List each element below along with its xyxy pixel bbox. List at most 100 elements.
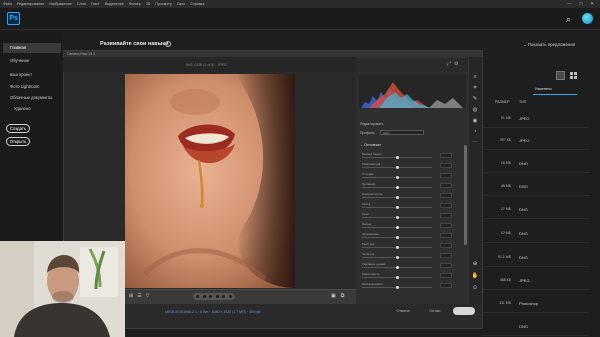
before-after-icon[interactable]: ⧉ xyxy=(341,293,345,299)
row-type: JPEG xyxy=(519,277,530,283)
cancel-button[interactable]: Отмена xyxy=(393,307,413,315)
open-button[interactable]: Открыть xyxy=(6,137,30,146)
slider-knob[interactable] xyxy=(395,245,399,249)
menu-view[interactable]: Просмотр xyxy=(155,2,171,6)
done-button[interactable]: Готово xyxy=(425,307,445,315)
info-icon[interactable]: i xyxy=(165,41,171,47)
slider-value-field[interactable] xyxy=(440,193,452,198)
row-size: 12 МБ xyxy=(500,231,511,235)
grid-view-icon[interactable] xyxy=(569,71,578,80)
slider-row: Оттенок xyxy=(362,172,454,179)
slider-knob[interactable] xyxy=(395,205,399,209)
image-preview[interactable] xyxy=(125,74,295,288)
more-icon[interactable]: ⋯ xyxy=(471,139,479,147)
mask-icon[interactable]: ◍ xyxy=(471,106,479,114)
menu-3d[interactable]: 3D xyxy=(146,2,151,6)
crop-icon[interactable]: ⌗ xyxy=(471,84,479,92)
hide-suggestions-toggle[interactable]: ⌄ Показать предложения xyxy=(523,42,575,48)
row-type: DNG xyxy=(519,206,528,212)
row-separator xyxy=(480,312,590,313)
minimize-button[interactable]: — xyxy=(567,1,572,7)
profile-select[interactable]: Цвет xyxy=(380,130,424,135)
column-modified[interactable]: Изменено xyxy=(535,87,552,91)
slider-row: Затемнение xyxy=(362,232,454,239)
menu-bar: Файл Редактирование Изображение Слои Тек… xyxy=(0,0,600,8)
slider-knob[interactable] xyxy=(395,215,399,219)
sidebar-item-home[interactable]: Главная xyxy=(3,43,61,53)
slider-value-field[interactable] xyxy=(440,243,452,248)
basic-section-header[interactable]: ⌄ Основные xyxy=(360,143,381,147)
slider-knob[interactable] xyxy=(395,185,399,189)
redeye-icon[interactable]: ◉ xyxy=(471,117,479,125)
sidebar-item-learn[interactable]: Обучение xyxy=(10,58,29,63)
slider-knob[interactable] xyxy=(395,175,399,179)
column-size[interactable]: РАЗМЕР xyxy=(495,100,509,104)
search-icon[interactable]: ⌕ xyxy=(566,14,571,25)
slider-knob[interactable] xyxy=(395,235,399,239)
filmstrip-pager[interactable] xyxy=(193,293,235,300)
zoom-icon[interactable]: ⊞ xyxy=(129,293,133,299)
slider-knob[interactable] xyxy=(395,165,399,169)
row-type: DNG xyxy=(519,254,528,260)
slider-knob[interactable] xyxy=(395,285,399,289)
slider-value-field[interactable] xyxy=(440,213,452,218)
menu-window[interactable]: Окно xyxy=(177,2,185,6)
sidebar-item-your-project[interactable]: ваш проект xyxy=(10,72,32,77)
slider-value-field[interactable] xyxy=(440,203,452,208)
slider-value-field[interactable] xyxy=(440,233,452,238)
panel-scrollbar[interactable] xyxy=(464,145,467,245)
slider-value-field[interactable] xyxy=(440,183,452,188)
close-button[interactable]: ✕ xyxy=(590,1,594,7)
hand-tool-icon[interactable]: ✋ xyxy=(471,272,479,280)
create-button[interactable]: Создать xyxy=(6,124,30,133)
workflow-options-link[interactable]: sRGB IEC61966-2.1 · 8 бит · 1080 × 1620 … xyxy=(165,310,260,314)
slider-value-field[interactable] xyxy=(440,263,452,268)
menu-type[interactable]: Текст xyxy=(91,2,100,6)
heal-icon[interactable]: ✎ xyxy=(471,95,479,103)
list-view-icon[interactable] xyxy=(556,71,565,80)
menu-image[interactable]: Изображение xyxy=(49,2,72,6)
sidebar-item-lightroom-photos[interactable]: Фото Lightroom xyxy=(10,84,39,89)
presets-icon[interactable]: ◔ xyxy=(471,128,479,136)
open-image-button[interactable] xyxy=(453,307,475,315)
row-separator xyxy=(480,172,590,173)
menu-select[interactable]: Выделение xyxy=(105,2,124,6)
slider-value-field[interactable] xyxy=(440,223,452,228)
fullscreen-icon[interactable]: ⤢ xyxy=(447,61,451,67)
menu-file[interactable]: Файл xyxy=(3,2,12,6)
avatar[interactable] xyxy=(582,13,593,24)
row-separator xyxy=(480,289,590,290)
sampler-icon[interactable]: ⊙ xyxy=(471,284,479,292)
slider-row: Света xyxy=(362,202,454,209)
zoom-tool-icon[interactable]: ⊕ xyxy=(471,260,479,268)
filter-icon[interactable]: ▽ xyxy=(146,293,150,299)
menu-layers[interactable]: Слои xyxy=(77,2,86,6)
sidebar-item-deleted[interactable]: Удалено xyxy=(14,106,31,111)
slider-row: Четкость xyxy=(362,252,454,259)
menu-filter[interactable]: Фильтр xyxy=(129,2,141,6)
slider-knob[interactable] xyxy=(395,155,399,159)
slider-knob[interactable] xyxy=(395,275,399,279)
photoshop-logo[interactable]: Ps xyxy=(7,12,20,25)
menu-edit[interactable]: Редактирование xyxy=(17,2,44,6)
slider-value-field[interactable] xyxy=(440,163,452,168)
slider-value-field[interactable] xyxy=(440,273,452,278)
hand-icon[interactable]: ☰ xyxy=(137,293,141,299)
edit-tool-icon[interactable]: ≡ xyxy=(471,73,479,81)
maximize-button[interactable]: □ xyxy=(580,1,583,7)
sidebar-item-cloud-documents[interactable]: Облачные документы xyxy=(10,95,52,100)
image-toolbar xyxy=(125,289,356,304)
compare-icon[interactable]: ▣ xyxy=(331,293,336,299)
settings-icon[interactable]: ⚙ xyxy=(454,61,458,67)
slider-value-field[interactable] xyxy=(440,253,452,258)
slider-knob[interactable] xyxy=(395,225,399,229)
window-controls: — □ ✕ xyxy=(567,1,600,7)
slider-value-field[interactable] xyxy=(440,153,452,158)
menu-help[interactable]: Справка xyxy=(190,2,204,6)
slider-value-field[interactable] xyxy=(440,283,452,288)
slider-value-field[interactable] xyxy=(440,173,452,178)
slider-knob[interactable] xyxy=(395,255,399,259)
column-type[interactable]: ТИП xyxy=(519,100,526,104)
slider-knob[interactable] xyxy=(395,195,399,199)
slider-knob[interactable] xyxy=(395,265,399,269)
